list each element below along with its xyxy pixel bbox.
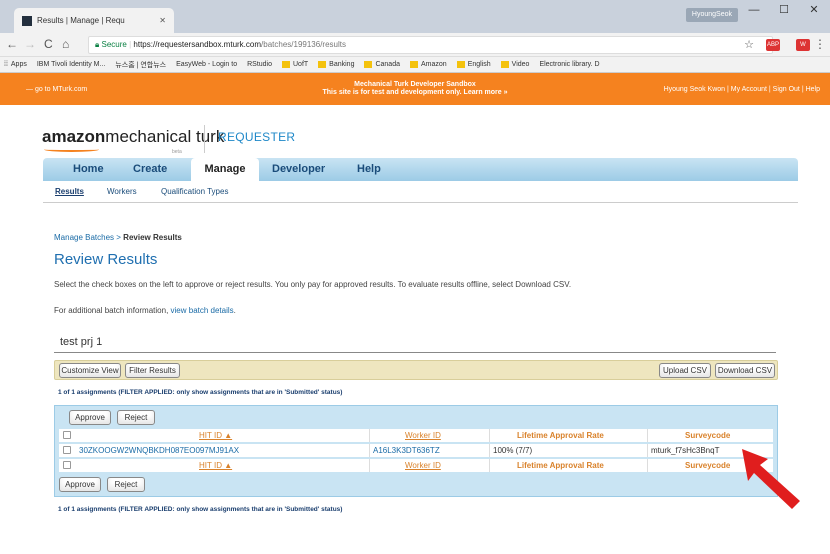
footer-header-lifetime-approval-rate: Lifetime Approval Rate xyxy=(517,461,604,470)
bookmark-item[interactable]: IBM Tivoli Identity M... xyxy=(37,61,105,68)
customize-view-button[interactable]: Customize View xyxy=(59,363,121,378)
minimize-icon[interactable]: — xyxy=(740,0,768,20)
url-path: /batches/199136/results xyxy=(261,40,346,49)
row-hit-id[interactable]: 30ZKOOGW2WNQBKDH087EO097MJ91AX xyxy=(79,446,239,455)
back-arrow-icon[interactable]: ← xyxy=(6,37,18,51)
row-lifetime-approval-rate: 100% (7/7) xyxy=(493,446,533,455)
folder-icon xyxy=(410,61,418,68)
browser-titlebar: Results | Manage | Requ ✕ HyoungSeok — ☐… xyxy=(0,0,830,33)
folder-icon xyxy=(282,61,290,68)
filter-results-button[interactable]: Filter Results xyxy=(125,363,180,378)
reject-button-top[interactable]: Reject xyxy=(117,410,155,425)
folder-icon xyxy=(364,61,373,68)
download-csv-button[interactable]: Download CSV xyxy=(715,363,775,378)
results-table: Approve Reject HIT ID ▲ Worker ID Lifeti… xyxy=(54,405,778,497)
amazon-favicon-icon xyxy=(22,15,32,26)
url-secure-label: Secure xyxy=(101,40,127,49)
bookmark-item[interactable]: RStudio xyxy=(247,61,272,68)
sandbox-banner: — go to MTurk.com Mechanical Turk Develo… xyxy=(0,73,830,105)
maximize-icon[interactable]: ☐ xyxy=(770,0,798,20)
select-all-checkbox-bottom[interactable] xyxy=(63,461,71,469)
footer-header-surveycode: Surveycode xyxy=(685,461,731,470)
url-host: https://requestersandbox.mturk.com xyxy=(133,40,262,49)
amazon-smile-icon xyxy=(44,147,99,152)
browser-user-chip[interactable]: HyoungSeok xyxy=(685,8,738,22)
batch-info-text: For additional batch information, view b… xyxy=(54,306,236,315)
sub-nav: Results Workers Qualification Types xyxy=(43,181,798,203)
requester-label: REQUESTER xyxy=(218,130,296,144)
main-nav: Home Create Manage Developer Help xyxy=(43,158,798,181)
subnav-qualification-types[interactable]: Qualification Types xyxy=(161,187,228,196)
forward-arrow-icon[interactable]: → xyxy=(24,37,36,51)
folder-icon xyxy=(500,61,509,68)
row-worker-id[interactable]: A16L3K3DT636TZ xyxy=(373,446,440,455)
address-bar-row: ← → C ⌂ 🔒︎ Secure | https://requestersan… xyxy=(0,33,830,57)
extension-icon-2[interactable]: W xyxy=(796,39,810,51)
bookmark-star-icon[interactable]: ☆ xyxy=(744,38,754,51)
home-icon[interactable]: ⌂ xyxy=(62,37,69,51)
instructions-text: Select the check boxes on the left to ap… xyxy=(54,280,572,289)
bookmarks-bar: ⁞⁞ Apps IBM Tivoli Identity M... 뉴스홈 | 연합… xyxy=(0,57,830,73)
url-input[interactable]: 🔒︎ Secure | https://requestersandbox.mtu… xyxy=(88,36,773,54)
row-surveycode: mturk_f7sHc3BnqT xyxy=(651,446,720,455)
folder-icon xyxy=(318,61,327,68)
row-checkbox[interactable] xyxy=(63,446,71,454)
bookmark-apps[interactable]: ⁞⁞ Apps xyxy=(4,61,27,68)
select-all-checkbox[interactable] xyxy=(63,431,71,439)
assignments-count-bottom: 1 of 1 assignments (FILTER APPLIED: only… xyxy=(58,506,343,513)
lock-icon: 🔒︎ xyxy=(95,40,100,49)
results-toolbar: Customize View Filter Results Upload CSV… xyxy=(54,360,778,380)
nav-manage[interactable]: Manage xyxy=(191,158,259,181)
breadcrumb-manage-batches[interactable]: Manage Batches xyxy=(54,233,114,242)
approve-button-top[interactable]: Approve xyxy=(69,410,111,425)
extension-icon[interactable]: ABP xyxy=(766,39,780,51)
page-content: amazonmechanical turk beta REQUESTER Hom… xyxy=(36,105,806,554)
bookmark-item[interactable]: 뉴스홈 | 연합뉴스 xyxy=(115,60,166,70)
nav-home[interactable]: Home xyxy=(73,163,104,175)
bookmark-folder[interactable]: UofT xyxy=(282,61,308,68)
close-window-icon[interactable]: ✕ xyxy=(800,0,828,20)
folder-icon xyxy=(456,61,465,68)
approve-button-bottom[interactable]: Approve xyxy=(59,477,101,492)
breadcrumb-current: Review Results xyxy=(123,233,182,242)
nav-help[interactable]: Help xyxy=(357,163,381,175)
bookmark-folder[interactable]: Canada xyxy=(364,61,400,68)
header-lifetime-approval-rate: Lifetime Approval Rate xyxy=(517,431,604,440)
table-row: 30ZKOOGW2WNQBKDH087EO097MJ91AX A16L3K3DT… xyxy=(59,444,773,457)
footer-header-worker-id[interactable]: Worker ID xyxy=(405,461,441,470)
account-links[interactable]: Hyoung Seok Kwon | My Account | Sign Out… xyxy=(664,86,820,93)
footer-header-hit-id[interactable]: HIT ID ▲ xyxy=(199,461,232,470)
bookmark-folder[interactable]: Video xyxy=(500,61,529,68)
bookmark-folder[interactable]: Banking xyxy=(318,61,354,68)
subnav-results[interactable]: Results xyxy=(55,187,84,196)
page-title: Review Results xyxy=(54,251,158,268)
table-footer-header-row: HIT ID ▲ Worker ID Lifetime Approval Rat… xyxy=(59,459,773,472)
table-header-row: HIT ID ▲ Worker ID Lifetime Approval Rat… xyxy=(59,429,773,442)
upload-csv-button[interactable]: Upload CSV xyxy=(659,363,711,378)
header-worker-id[interactable]: Worker ID xyxy=(405,431,441,440)
assignments-count-top: 1 of 1 assignments (FILTER APPLIED: only… xyxy=(58,389,343,396)
tab-title: Results | Manage | Requ xyxy=(37,16,125,25)
menu-dots-icon[interactable]: ⋮ xyxy=(814,37,826,51)
bookmark-folder[interactable]: Amazon xyxy=(410,61,447,68)
amazon-mturk-logo: amazonmechanical turk beta xyxy=(42,127,225,155)
reload-icon[interactable]: C xyxy=(44,37,53,51)
breadcrumb: Manage Batches > Review Results xyxy=(54,233,182,242)
reject-button-bottom[interactable]: Reject xyxy=(107,477,145,492)
header-surveycode: Surveycode xyxy=(685,431,731,440)
browser-tab[interactable]: Results | Manage | Requ ✕ xyxy=(14,8,174,33)
nav-create[interactable]: Create xyxy=(133,163,167,175)
subnav-workers[interactable]: Workers xyxy=(107,187,137,196)
bookmark-item[interactable]: EasyWeb - Login to xyxy=(176,61,237,68)
view-batch-details-link[interactable]: view batch details xyxy=(171,306,234,315)
project-name: test prj 1 xyxy=(54,334,776,353)
header-hit-id[interactable]: HIT ID ▲ xyxy=(199,431,232,440)
apps-grid-icon: ⁞⁞ xyxy=(4,61,8,68)
bookmark-folder[interactable]: English xyxy=(456,61,491,68)
tab-close-icon[interactable]: ✕ xyxy=(159,16,166,25)
bookmark-item[interactable]: Electronic library. D xyxy=(539,61,599,68)
nav-developer[interactable]: Developer xyxy=(272,163,325,175)
red-annotation-arrow-icon xyxy=(742,449,800,509)
logo-divider xyxy=(204,125,205,153)
